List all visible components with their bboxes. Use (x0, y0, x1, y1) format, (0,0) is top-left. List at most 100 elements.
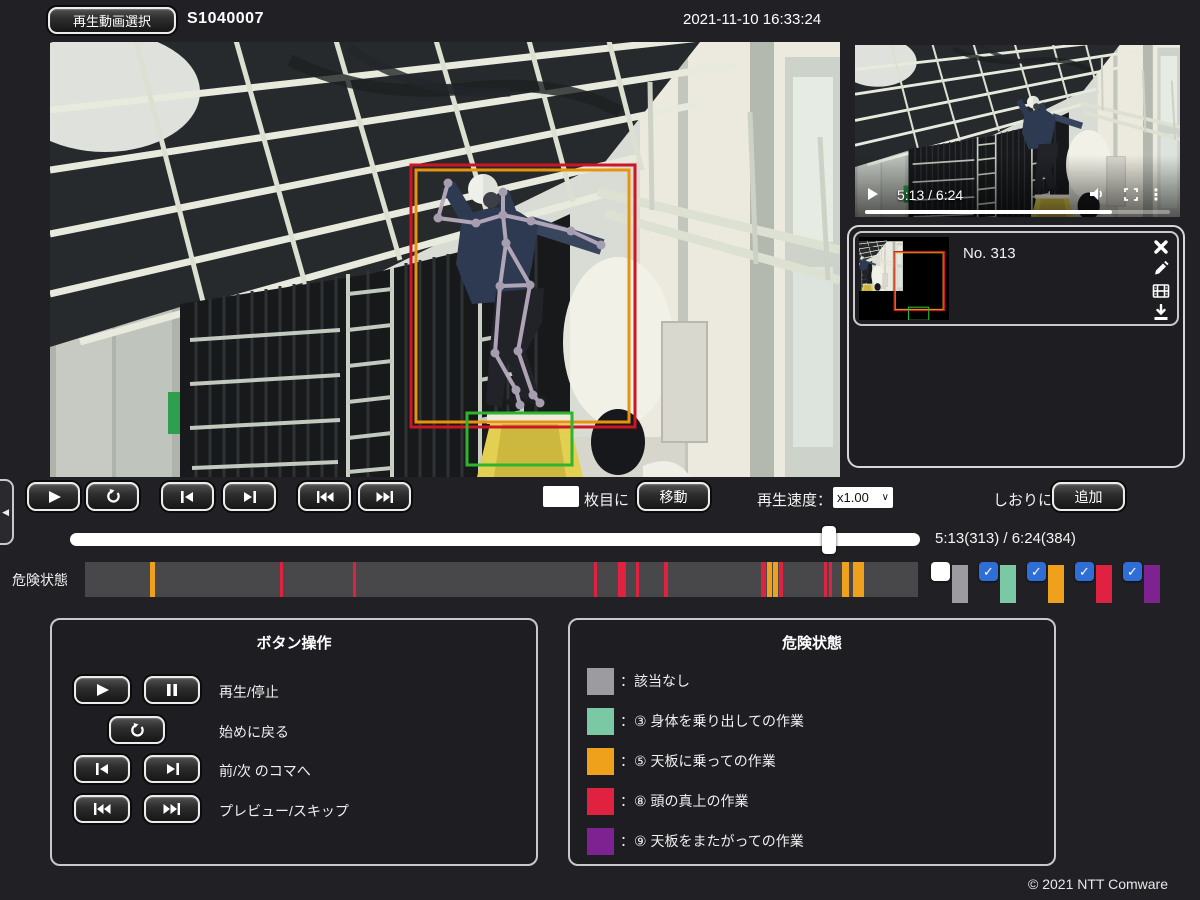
playback-position-label: 5:13(313) / 6:24(384) (935, 530, 1076, 547)
add-bookmark-button[interactable]: 追加 (1052, 482, 1125, 511)
danger-legend-panel: 危険状態 ：該当なし ：③ 身体を乗り出しての作業 ：⑤ 天板に乗っての作業 (568, 618, 1056, 866)
select-playback-video-button[interactable]: 再生動画選択 (48, 7, 176, 34)
filter-checkbox[interactable]: ✓ (1123, 562, 1142, 581)
recording-timestamp: 2021-11-10 16:33:24 (683, 11, 821, 28)
danger-marker (353, 562, 356, 597)
guide-pause-button[interactable] (144, 676, 200, 704)
guide-prev-frame-button[interactable] (74, 755, 130, 783)
danger-marker (594, 562, 597, 597)
danger-filter: ✓ (1075, 562, 1112, 604)
preview-progress-fill (865, 210, 1112, 214)
guide-label-play-stop: 再生/停止 (219, 682, 279, 702)
download-icon[interactable] (1152, 304, 1170, 322)
danger-marker (773, 562, 778, 597)
rewind-button[interactable] (298, 482, 351, 511)
danger-filter: ✓ (1123, 562, 1160, 604)
fullscreen-icon[interactable] (1124, 188, 1138, 206)
danger-marker (664, 562, 668, 597)
legend-label: ：⑧ 頭の真上の作業 (620, 791, 748, 815)
legend-label: ：⑤ 天板に乗っての作業 (620, 751, 776, 775)
filter-color-swatch (1000, 565, 1016, 603)
seek-slider-thumb[interactable] (822, 526, 836, 554)
danger-filter: ✓ (979, 562, 1016, 604)
frame-unit-label: 枚目に (584, 489, 629, 510)
danger-marker (779, 562, 783, 597)
preview-play-icon[interactable] (867, 187, 879, 206)
bookmark-list-panel: No. 313 (847, 225, 1185, 468)
next-frame-button[interactable] (223, 482, 276, 511)
legend-label: ：③ 身体を乗り出しての作業 (620, 711, 804, 735)
move-to-frame-button[interactable]: 移動 (637, 482, 710, 511)
danger-marker (618, 562, 626, 597)
legend-color-swatch (587, 708, 614, 735)
app-window: 再生動画選択 S1040007 2021-11-10 16:33:24 (0, 0, 1200, 900)
skip-button[interactable] (358, 482, 411, 511)
delete-bookmark-icon[interactable] (1152, 238, 1170, 256)
filter-color-swatch (1144, 565, 1160, 603)
more-options-icon[interactable]: ⋮ (1148, 185, 1164, 205)
legend-color-swatch (587, 748, 614, 775)
legend-item: ：⑨ 天板をまたがっての作業 (587, 828, 804, 855)
restart-button[interactable] (86, 482, 139, 511)
guide-label-frame-step: 前/次 のコマへ (219, 761, 311, 781)
guide-restart-button[interactable] (109, 716, 165, 744)
seek-slider-track[interactable] (70, 533, 920, 546)
chevron-left-icon: ◀ (2, 507, 9, 518)
guide-label-preview-skip: プレビュー/スキップ (219, 801, 349, 821)
chevron-down-icon: ∨ (882, 492, 889, 503)
playback-speed-select[interactable]: x1.00 ∨ (833, 487, 893, 508)
bookmark-thumbnail (859, 237, 949, 320)
filter-checkbox[interactable]: ✓ (979, 562, 998, 581)
danger-state-timeline[interactable] (85, 562, 918, 597)
video-scene (50, 42, 840, 477)
main-video-frame[interactable] (50, 42, 840, 477)
volume-icon[interactable] (1089, 187, 1106, 206)
danger-marker (824, 562, 827, 597)
button-guide-title: ボタン操作 (52, 632, 536, 653)
legend-item: ：該当なし (587, 668, 804, 695)
legend-color-swatch (587, 828, 614, 855)
danger-state-label: 危険状態 (12, 570, 68, 590)
preview-video-player[interactable]: 5:13 / 6:24 ⋮ (855, 45, 1180, 217)
play-button[interactable] (27, 482, 80, 511)
prev-frame-button[interactable] (161, 482, 214, 511)
danger-marker (761, 562, 766, 597)
danger-marker (150, 562, 155, 597)
danger-marker (280, 562, 283, 597)
video-id-label: S1040007 (187, 10, 264, 28)
frame-number-input[interactable] (543, 486, 579, 507)
legend-color-swatch (587, 668, 614, 695)
guide-play-button[interactable] (74, 676, 130, 704)
filter-checkbox[interactable]: ✓ (1075, 562, 1094, 581)
danger-filter-group: ✓ ✓ ✓ ✓ (931, 562, 1160, 604)
speed-label: 再生速度： (757, 489, 832, 510)
side-panel-tab[interactable]: ◀ (0, 479, 14, 545)
edit-bookmark-icon[interactable] (1152, 260, 1170, 278)
legend-item: ：⑤ 天板に乗っての作業 (587, 748, 804, 775)
danger-filter: ✓ (1027, 562, 1064, 604)
danger-marker (829, 562, 832, 597)
danger-legend-list: ：該当なし ：③ 身体を乗り出しての作業 ：⑤ 天板に乗っての作業 ：⑧ 頭の真… (587, 668, 804, 868)
filter-checkbox[interactable] (931, 562, 950, 581)
guide-skip-button[interactable] (144, 795, 200, 823)
danger-marker (842, 562, 849, 597)
filter-checkbox[interactable]: ✓ (1027, 562, 1046, 581)
danger-marker (636, 562, 639, 597)
legend-color-swatch (587, 788, 614, 815)
preview-time-label: 5:13 / 6:24 (897, 187, 963, 203)
filter-color-swatch (952, 565, 968, 603)
guide-next-frame-button[interactable] (144, 755, 200, 783)
guide-label-restart: 始めに戻る (219, 722, 289, 742)
legend-label: ：該当なし (620, 671, 690, 695)
guide-rewind-button[interactable] (74, 795, 130, 823)
filter-color-swatch (1096, 565, 1112, 603)
filter-color-swatch (1048, 565, 1064, 603)
legend-item: ：③ 身体を乗り出しての作業 (587, 708, 804, 735)
legend-item: ：⑧ 頭の真上の作業 (587, 788, 804, 815)
preview-progress-bar[interactable] (865, 210, 1170, 214)
danger-marker (767, 562, 772, 597)
danger-legend-title: 危険状態 (570, 632, 1054, 653)
bookmark-card[interactable]: No. 313 (853, 231, 1179, 326)
copyright-notice: © 2021 NTT Comware (1028, 876, 1168, 892)
export-video-icon[interactable] (1152, 282, 1170, 300)
